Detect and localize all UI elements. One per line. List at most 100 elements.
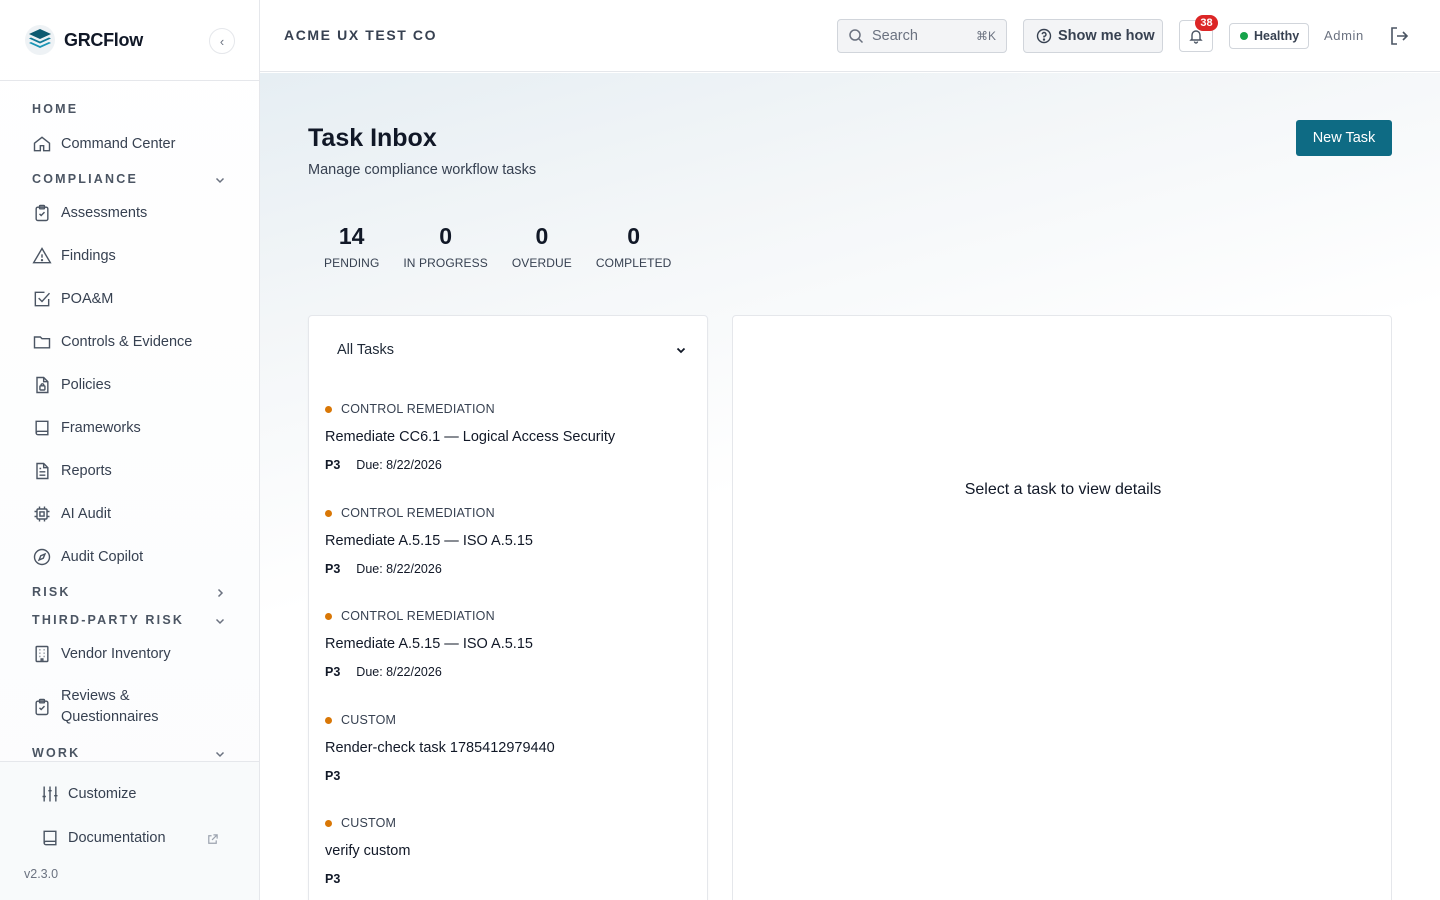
documentation-label: Documentation xyxy=(68,830,166,846)
task-meta: P3 Due: 8/22/2026 xyxy=(325,458,695,472)
sidebar-item-assessments[interactable]: Assessments xyxy=(32,203,147,223)
show-me-how-button[interactable]: Show me how xyxy=(1023,19,1163,53)
task-type: CUSTOM xyxy=(325,713,695,727)
chevron-down-icon[interactable] xyxy=(214,174,226,186)
search-icon xyxy=(849,29,864,44)
task-filter-select[interactable]: All Tasks xyxy=(325,332,693,368)
task-status-dot-icon xyxy=(325,612,332,620)
stat-value: 14 xyxy=(338,223,365,249)
task-type-label: CONTROL REMEDIATION xyxy=(341,402,495,416)
task-status-dot-icon xyxy=(325,405,332,413)
sidebar-item-policies[interactable]: Policies xyxy=(32,375,111,395)
collapse-sidebar-button[interactable]: ‹ xyxy=(209,28,235,54)
book-icon xyxy=(35,420,49,436)
task-due: Due: 8/22/2026 xyxy=(356,665,442,679)
external-link-icon xyxy=(208,834,218,844)
sliders-icon xyxy=(42,786,58,802)
task-type: CUSTOM xyxy=(325,816,695,830)
book-icon xyxy=(43,830,57,846)
section-compliance[interactable]: COMPLIANCE xyxy=(32,172,138,186)
search-shortcut: ⌘K xyxy=(975,29,996,43)
brand: GRCFlow ‹ xyxy=(0,0,259,81)
task-type: CONTROL REMEDIATION xyxy=(325,402,695,416)
sidebar-item-command-center[interactable]: Command Center xyxy=(32,134,175,154)
sidebar-item-label: Controls & Evidence xyxy=(61,334,193,350)
task-due: Due: 8/22/2026 xyxy=(356,458,442,472)
home-icon xyxy=(33,136,51,152)
stat-completed: 0 COMPLETED xyxy=(596,223,672,270)
customize-link[interactable]: Customize xyxy=(40,784,137,804)
user-role-label[interactable]: Admin xyxy=(1324,28,1364,43)
task-item[interactable]: CONTROL REMEDIATION Remediate CC6.1 — Lo… xyxy=(325,402,695,472)
task-meta: P3 Due: 8/22/2026 xyxy=(325,562,695,576)
task-priority: P3 xyxy=(325,769,341,783)
sidebar-item-label: POA&M xyxy=(61,291,114,307)
task-meta: P3 Due: 8/22/2026 xyxy=(325,665,695,679)
sidebar-item-findings[interactable]: Findings xyxy=(32,246,116,266)
logout-icon[interactable] xyxy=(1388,25,1410,47)
task-meta: P3 xyxy=(325,769,695,783)
notification-count-badge: 38 xyxy=(1195,15,1218,31)
sidebar-item-label: Assessments xyxy=(61,205,148,221)
brand-logo-icon xyxy=(25,25,55,55)
task-priority: P3 xyxy=(325,458,341,472)
search-input[interactable]: Search ⌘K xyxy=(837,19,1007,53)
task-priority: P3 xyxy=(325,562,341,576)
stat-in-progress: 0 IN PROGRESS xyxy=(403,223,487,270)
documentation-link[interactable]: Documentation xyxy=(40,828,166,848)
sidebar-item-audit-copilot[interactable]: Audit Copilot xyxy=(32,547,143,567)
chevron-right-icon[interactable] xyxy=(214,587,226,599)
task-status-dot-icon xyxy=(325,716,332,724)
sidebar-item-label: AI Audit xyxy=(61,506,111,522)
app-version: v2.3.0 xyxy=(24,867,59,881)
clipboard-check-icon xyxy=(35,204,49,222)
top-header: ACME UX TEST CO Search ⌘K Show me how 38… xyxy=(260,0,1440,72)
page-subtitle: Manage compliance workflow tasks xyxy=(308,162,537,178)
stat-value: 0 xyxy=(439,223,452,249)
sidebar-item-label: Vendor Inventory xyxy=(61,646,171,662)
file-text-icon xyxy=(36,462,49,480)
new-task-button[interactable]: New Task xyxy=(1296,120,1392,156)
sidebar-nav: HOME Command Center COMPLIANCE Assessmen… xyxy=(0,81,259,761)
stat-value: 0 xyxy=(627,223,641,249)
sidebar-item-frameworks[interactable]: Frameworks xyxy=(32,418,141,438)
task-item[interactable]: CUSTOM Render-check task 1785412979440 P… xyxy=(325,713,695,783)
section-home: HOME xyxy=(32,102,79,116)
stat-label: COMPLETED xyxy=(595,256,672,270)
task-filter-value: All Tasks xyxy=(337,342,394,358)
section-work[interactable]: WORK xyxy=(32,746,80,760)
task-type-label: CONTROL REMEDIATION xyxy=(341,609,495,623)
sidebar-item-reports[interactable]: Reports xyxy=(32,461,112,481)
task-item[interactable]: CUSTOM verify custom P3 xyxy=(325,816,695,886)
sidebar-item-vendor-inventory[interactable]: Vendor Inventory xyxy=(32,644,171,664)
chevron-down-icon[interactable] xyxy=(214,748,226,760)
task-meta: P3 xyxy=(325,872,695,886)
chevron-down-icon[interactable] xyxy=(214,615,226,627)
search-placeholder: Search xyxy=(872,28,918,44)
task-due: Due: 8/22/2026 xyxy=(356,562,442,576)
sidebar-item-controls[interactable]: Controls & Evidence xyxy=(32,332,192,352)
sidebar-item-ai-audit[interactable]: AI Audit xyxy=(32,504,111,524)
health-status-label: Healthy xyxy=(1254,29,1300,43)
show-me-how-label: Show me how xyxy=(1058,28,1155,44)
sidebar-item-label: Reviews & xyxy=(61,688,130,704)
help-circle-icon xyxy=(1036,28,1052,44)
customize-label: Customize xyxy=(68,786,137,802)
organization-name: ACME UX TEST CO xyxy=(284,27,438,43)
section-third-party-risk[interactable]: THIRD-PARTY RISK xyxy=(32,613,184,627)
warning-icon xyxy=(32,247,52,264)
task-item[interactable]: CONTROL REMEDIATION Remediate A.5.15 — I… xyxy=(325,609,695,679)
stat-label: PENDING xyxy=(324,256,380,270)
document-lock-icon xyxy=(36,376,49,394)
task-priority: P3 xyxy=(325,665,341,679)
health-status-badge[interactable]: Healthy xyxy=(1229,23,1309,49)
sidebar-item-poam[interactable]: POA&M xyxy=(32,289,113,309)
task-title: Remediate A.5.15 — ISO A.5.15 xyxy=(325,533,533,549)
building-icon xyxy=(35,645,49,663)
task-item[interactable]: CONTROL REMEDIATION Remediate A.5.15 — I… xyxy=(325,506,695,576)
sidebar-item-reviews[interactable]: Reviews & Questionnaires xyxy=(32,686,159,728)
task-detail-panel: Select a task to view details xyxy=(732,315,1392,900)
task-type: CONTROL REMEDIATION xyxy=(325,609,695,623)
section-risk[interactable]: RISK xyxy=(32,585,71,599)
empty-state-message: Select a task to view details xyxy=(964,481,1162,498)
